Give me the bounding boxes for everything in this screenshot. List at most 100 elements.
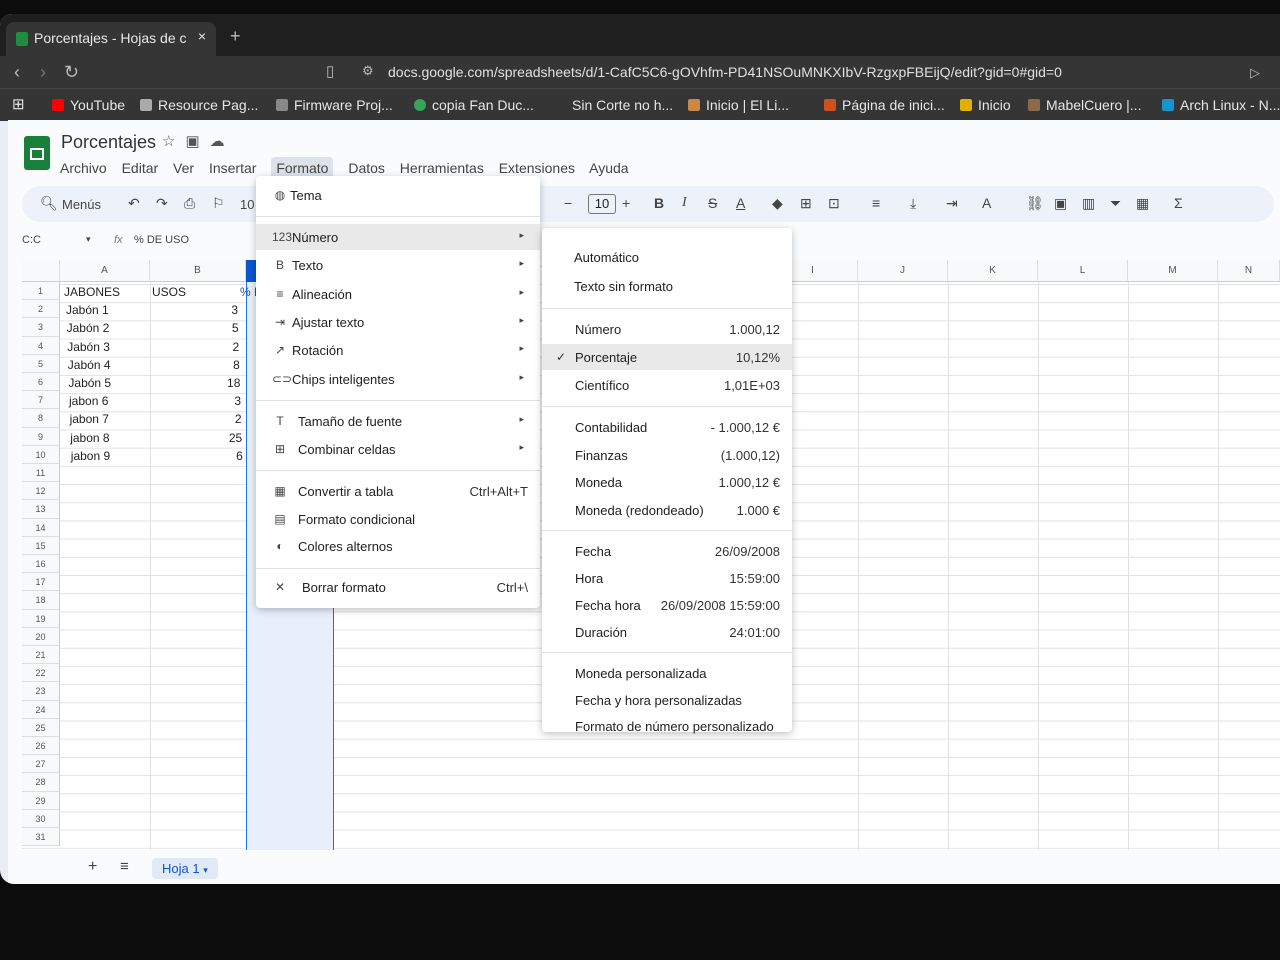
menu-ayuda[interactable]: Ayuda xyxy=(589,160,628,176)
bookmark-item[interactable]: YouTube xyxy=(52,97,125,113)
formula-input[interactable]: % DE USO xyxy=(134,234,189,246)
format-option-texto-sin-formato[interactable]: Texto sin formato xyxy=(542,273,792,299)
format-option-automático[interactable]: Automático xyxy=(542,244,792,270)
row-header[interactable]: 19 xyxy=(22,609,60,628)
menu-insertar[interactable]: Insertar xyxy=(209,160,256,176)
row-header[interactable]: 4 xyxy=(22,336,60,355)
fill-color-icon[interactable]: ◆ xyxy=(772,195,783,212)
comment-icon[interactable]: ▣ xyxy=(1054,195,1067,212)
column-header-a[interactable]: A xyxy=(60,260,150,282)
new-tab-button[interactable]: + xyxy=(230,26,241,47)
row-header[interactable]: 3 xyxy=(22,318,60,337)
redo-icon[interactable]: ↷ xyxy=(156,195,168,212)
move-folder-icon[interactable]: ▣ xyxy=(185,133,209,150)
format-option-formato-de-número-personalizado[interactable]: Formato de número personalizado xyxy=(542,713,792,739)
cell-name[interactable]: jabon 7 xyxy=(70,410,109,428)
row-header[interactable]: 25 xyxy=(22,718,60,737)
format-option-moneda-personalizada[interactable]: Moneda personalizada xyxy=(542,660,792,686)
sheets-logo-icon[interactable] xyxy=(24,136,50,170)
sheet-tab-hoja-1[interactable]: Hoja 1 ▾ xyxy=(152,858,218,879)
bookmark-item[interactable]: Inicio xyxy=(960,97,1011,113)
all-sheets-button[interactable]: ≡ xyxy=(120,858,129,875)
bookmark-item[interactable]: MabelCuero |... xyxy=(1028,97,1141,113)
cell-name[interactable]: jabon 9 xyxy=(71,447,110,465)
column-header-n[interactable]: N xyxy=(1218,260,1280,282)
strikethrough-icon[interactable]: S xyxy=(708,195,717,211)
bookmark-item[interactable]: Sin Corte no h... xyxy=(572,97,673,113)
chart-icon[interactable]: ▥ xyxy=(1082,195,1095,212)
cell-usos[interactable]: 6 xyxy=(172,447,243,465)
bookmark-item[interactable]: Resource Pag... xyxy=(140,97,258,113)
address-bar[interactable]: ⚙ docs.google.com/spreadsheets/d/1-CafC5… xyxy=(350,59,1250,85)
bookmark-icon[interactable]: ▯ xyxy=(326,62,334,80)
cell-usos[interactable]: 2 xyxy=(172,338,240,356)
cell-name[interactable]: Jabón 5 xyxy=(68,374,111,392)
menu-ver[interactable]: Ver xyxy=(173,160,194,176)
row-header[interactable]: 23 xyxy=(22,682,60,701)
cell-usos[interactable]: 25 xyxy=(172,429,242,447)
cell-usos[interactable]: 3 xyxy=(172,301,238,319)
cell-name[interactable]: Jabón 3 xyxy=(67,338,110,356)
cell-name[interactable]: jabon 6 xyxy=(69,392,108,410)
bookmark-item[interactable]: copia Fan Duc... xyxy=(414,97,534,113)
borders-icon[interactable]: ⊞ xyxy=(800,195,812,212)
bookmark-item[interactable]: Página de inici... xyxy=(824,97,945,113)
row-header[interactable]: 5 xyxy=(22,354,60,373)
row-header[interactable]: 10 xyxy=(22,445,60,464)
row-header[interactable]: 6 xyxy=(22,373,60,392)
row-header[interactable]: 9 xyxy=(22,427,60,446)
format-option-contabilidad[interactable]: Contabilidad - 1.000,12 € xyxy=(542,414,792,440)
align-horizontal-icon[interactable]: ≡ xyxy=(872,195,880,211)
forward-icon[interactable]: › xyxy=(40,62,46,83)
row-header[interactable]: 30 xyxy=(22,809,60,828)
bold-icon[interactable]: B xyxy=(654,195,664,211)
menu-item-texto[interactable]: B Texto ▸ xyxy=(256,252,540,278)
chevron-down-icon[interactable]: ▾ xyxy=(203,865,208,875)
menu-item-tamaño-de-fuente[interactable]: T Tamaño de fuente ▸ xyxy=(256,408,540,434)
format-option-duración[interactable]: Duración 24:01:00 xyxy=(542,619,792,645)
search-icon[interactable]: 🔍︎ xyxy=(40,195,58,212)
menu-item-borrar-formato[interactable]: ✕ Borrar formato Ctrl+\ xyxy=(256,574,540,600)
corner-cell[interactable] xyxy=(22,260,60,282)
column-header-m[interactable]: M xyxy=(1128,260,1218,282)
menu-item-combinar-celdas[interactable]: ⊞ Combinar celdas ▸ xyxy=(256,436,540,462)
row-header[interactable]: 31 xyxy=(22,828,60,847)
menu-item-número[interactable]: 123 Número ▸ xyxy=(256,224,540,250)
row-header[interactable]: 17 xyxy=(22,573,60,592)
row-header[interactable]: 28 xyxy=(22,773,60,792)
menu-item-chips-inteligentes[interactable]: ⊂⊃ Chips inteligentes ▸ xyxy=(256,366,540,392)
row-header[interactable]: 20 xyxy=(22,627,60,646)
link-icon[interactable]: ⛓ xyxy=(1026,195,1044,212)
row-header[interactable]: 24 xyxy=(22,700,60,719)
merge-cells-icon[interactable]: ⊡ xyxy=(828,195,840,212)
functions-icon[interactable]: Σ xyxy=(1174,195,1183,211)
text-color-icon[interactable]: A xyxy=(736,195,745,211)
bookmark-item[interactable]: Arch Linux - N... xyxy=(1162,97,1280,113)
format-option-moneda-redondeado-[interactable]: Moneda (redondeado) 1.000 € xyxy=(542,497,792,523)
column-header-l[interactable]: L xyxy=(1038,260,1128,282)
decrease-font-button[interactable]: − xyxy=(564,195,572,211)
name-box[interactable]: C:C xyxy=(22,234,41,246)
filter-icon[interactable]: ⏷ xyxy=(1110,195,1121,212)
row-header[interactable]: 27 xyxy=(22,755,60,774)
menu-item-formato-condicional[interactable]: ▤ Formato condicional xyxy=(256,506,540,532)
site-info-icon[interactable]: ⚙ xyxy=(362,63,374,79)
cell-name[interactable]: Jabón 2 xyxy=(67,319,110,337)
row-header[interactable]: 18 xyxy=(22,591,60,610)
format-option-fecha[interactable]: Fecha 26/09/2008 xyxy=(542,538,792,564)
italic-icon[interactable]: I xyxy=(682,195,687,211)
cell-a1[interactable]: JABONES xyxy=(64,283,120,301)
row-header[interactable]: 21 xyxy=(22,646,60,665)
format-option-finanzas[interactable]: Finanzas (1.000,12) xyxy=(542,442,792,468)
menu-archivo[interactable]: Archivo xyxy=(60,160,107,176)
font-size-input[interactable]: 10 xyxy=(588,194,616,214)
text-wrap-icon[interactable]: ⇥ xyxy=(946,195,958,212)
format-option-moneda[interactable]: Moneda 1.000,12 € xyxy=(542,469,792,495)
document-title[interactable]: Porcentajes xyxy=(61,132,156,153)
format-option-hora[interactable]: Hora 15:59:00 xyxy=(542,565,792,591)
undo-icon[interactable]: ↶ xyxy=(128,195,140,212)
row-header[interactable]: 8 xyxy=(22,409,60,428)
menu-extensiones[interactable]: Extensiones xyxy=(499,160,575,176)
menu-item-tema[interactable]: ◍ Tema xyxy=(256,182,540,208)
row-header[interactable]: 29 xyxy=(22,791,60,810)
